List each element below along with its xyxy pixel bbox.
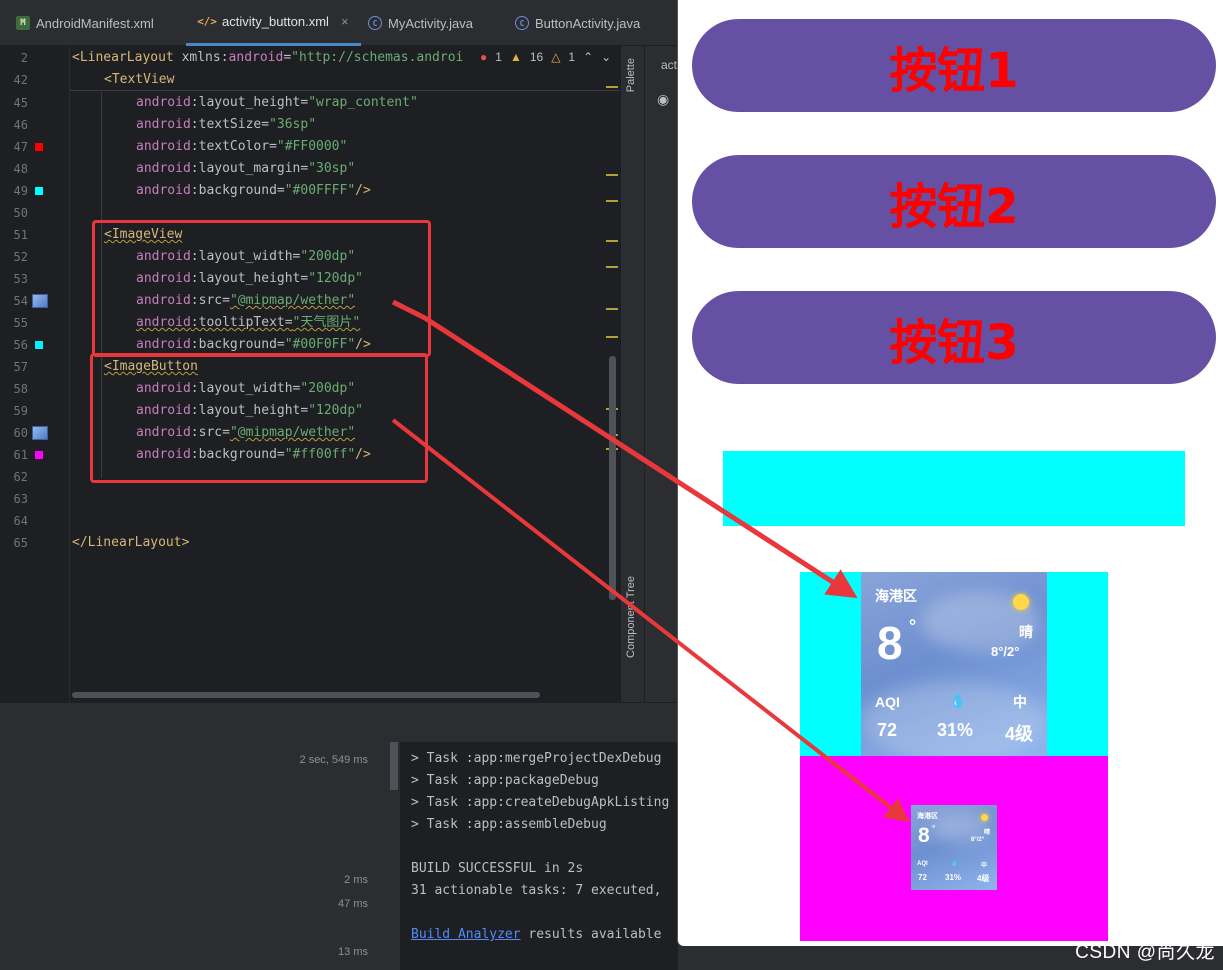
annotation-arrows	[391, 299, 910, 823]
arrow-to-imageview	[391, 299, 858, 599]
csdn-watermark: CSDN @尚久龙	[1075, 942, 1215, 963]
arrow-to-imagebutton	[391, 418, 910, 823]
